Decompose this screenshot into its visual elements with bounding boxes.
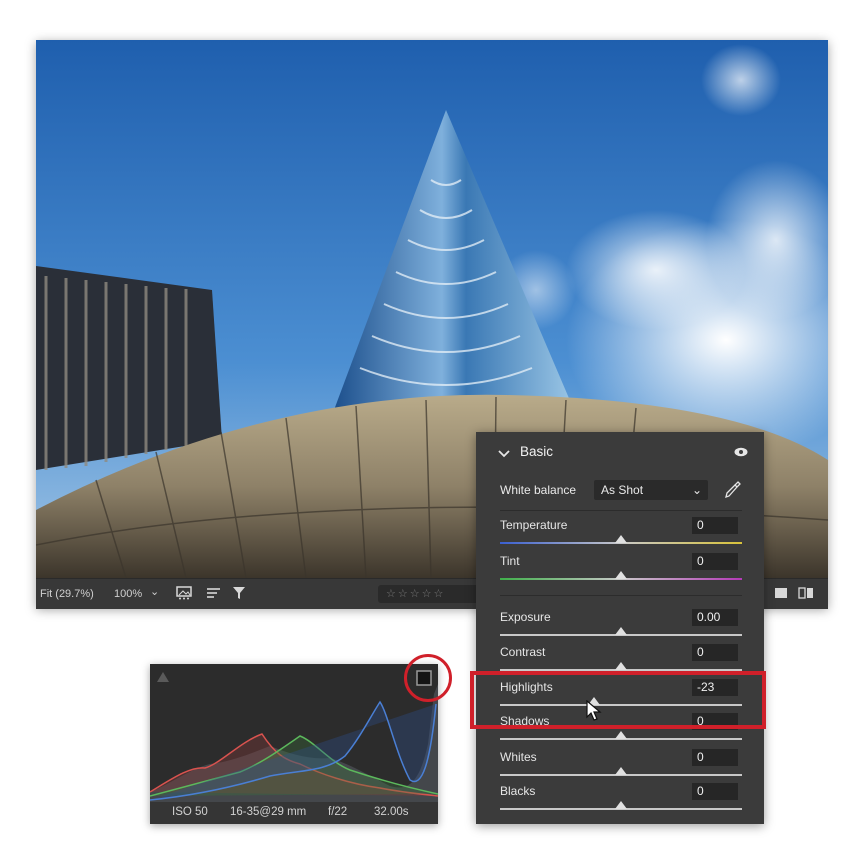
white-balance-select[interactable]: As Shot ⌄ bbox=[594, 480, 708, 500]
whites-slider-thumb[interactable] bbox=[615, 767, 627, 775]
whites-label: Whites bbox=[500, 750, 537, 764]
zoom-dropdown[interactable]: ⌄ bbox=[150, 585, 159, 598]
shadows-slider-thumb[interactable] bbox=[615, 731, 627, 739]
white-balance-value: As Shot bbox=[601, 483, 644, 497]
highlights-callout-box bbox=[470, 671, 766, 729]
histogram-panel: ISO 50 16-35@29 mm f/22 32.00s bbox=[150, 664, 438, 824]
exposure-slider-thumb[interactable] bbox=[615, 627, 627, 635]
divider bbox=[500, 510, 742, 511]
eye-icon[interactable] bbox=[734, 446, 748, 460]
compare-view-icon[interactable] bbox=[798, 586, 814, 603]
panel-title[interactable]: Basic bbox=[520, 444, 553, 459]
white-balance-label: White balance bbox=[500, 483, 577, 497]
eyedropper-icon[interactable] bbox=[724, 480, 742, 503]
chevron-down-icon: ⌄ bbox=[692, 483, 703, 497]
histogram-graph bbox=[150, 684, 438, 802]
cursor-icon bbox=[586, 699, 602, 727]
camera-info-bar: ISO 50 16-35@29 mm f/22 32.00s bbox=[150, 802, 438, 824]
tint-label: Tint bbox=[500, 554, 520, 568]
contrast-slider-thumb[interactable] bbox=[615, 662, 627, 670]
basic-panel: Basic White balance As Shot ⌄ Temperatur… bbox=[476, 432, 764, 824]
clipping-highlight-circle bbox=[404, 654, 452, 702]
thumbnail-icon[interactable] bbox=[176, 586, 192, 603]
sort-icon[interactable] bbox=[206, 586, 222, 603]
blacks-label: Blacks bbox=[500, 784, 536, 798]
zoom-100-label[interactable]: 100% bbox=[114, 588, 142, 600]
blacks-slider-thumb[interactable] bbox=[615, 801, 627, 809]
chevron-down-icon[interactable] bbox=[498, 447, 510, 461]
contrast-value-input[interactable]: 0 bbox=[692, 644, 738, 661]
tint-value-input[interactable]: 0 bbox=[692, 553, 738, 570]
divider bbox=[500, 595, 742, 596]
contrast-label: Contrast bbox=[500, 645, 546, 659]
iso-value: ISO 50 bbox=[172, 806, 208, 818]
whites-value-input[interactable]: 0 bbox=[692, 749, 738, 766]
tint-slider-thumb[interactable] bbox=[615, 571, 627, 579]
blacks-value-input[interactable]: 0 bbox=[692, 783, 738, 800]
exposure-label: Exposure bbox=[500, 610, 551, 624]
star-rating[interactable]: ☆☆☆☆☆ bbox=[378, 585, 482, 603]
filter-icon[interactable] bbox=[232, 586, 246, 603]
temperature-label: Temperature bbox=[500, 518, 568, 532]
fit-zoom-label[interactable]: Fit (29.7%) bbox=[40, 588, 94, 600]
temperature-slider-thumb[interactable] bbox=[615, 535, 627, 543]
aperture-value: f/22 bbox=[328, 806, 348, 818]
single-view-icon[interactable] bbox=[774, 586, 788, 603]
lens-value: 16-35@29 mm bbox=[230, 806, 307, 818]
exposure-value-input[interactable]: 0.00 bbox=[692, 609, 738, 626]
temperature-value-input[interactable]: 0 bbox=[692, 517, 738, 534]
shutter-value: 32.00s bbox=[374, 806, 409, 818]
